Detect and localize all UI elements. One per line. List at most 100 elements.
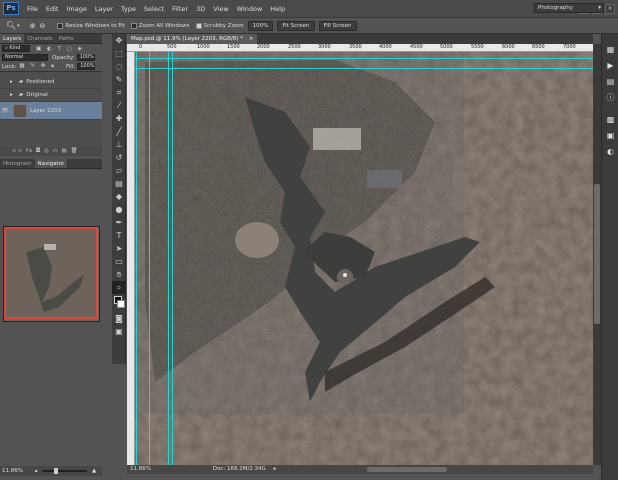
fill-screen-button[interactable]: Fill Screen [318,20,357,31]
zoom-slider[interactable] [42,467,88,474]
navigator-zoom-value[interactable]: 11.86% [2,468,23,474]
tab-channels[interactable]: Channels [24,34,55,43]
horizontal-scrollbar[interactable] [367,467,447,472]
dodge-tool-icon[interactable]: ● [112,203,126,216]
menu-type[interactable]: Type [117,5,140,13]
expand-arrow-icon[interactable]: ▸ [10,79,16,85]
menu-bar: Ps File Edit Image Layer Type Select Fil… [0,0,618,17]
resize-windows-check-icon[interactable] [57,22,64,29]
zoom-out-icon[interactable]: ⊖ [40,22,46,30]
document-tab[interactable]: Map.psd @ 11.9% (Layer 2203, RGB/8) * × [127,34,258,44]
rectangle-tool-icon[interactable]: ▭ [112,255,126,268]
lock-icons[interactable]: ▦ ✎ ✥ 🔒︎ [19,63,56,70]
menu-view[interactable]: View [209,5,232,13]
scrollbar-thumb[interactable] [594,184,600,324]
menu-3d[interactable]: 3D [192,5,209,13]
layer-row-positioned[interactable]: ▸ ▰ Positioned [0,76,102,89]
tab-layers[interactable]: Layers [0,34,25,43]
eraser-tool-icon[interactable]: ▱ [112,164,126,177]
type-tool-icon[interactable]: T [112,229,126,242]
scrubby-zoom-checkbox[interactable]: Scrubby Zoom [195,22,244,29]
lasso-tool-icon[interactable]: ◌ [112,60,126,73]
zoom-all-windows-checkbox[interactable]: Zoom All Windows [130,22,190,29]
zoom-slider-thumb[interactable] [54,467,59,474]
menu-window[interactable]: Window [233,5,267,13]
navigator-zoom-bar: 11.86% ▴ ▲ [0,466,102,476]
guide-line[interactable] [168,52,169,465]
guide-line[interactable] [135,68,593,69]
zoom-100-button[interactable]: 100% [247,20,274,31]
close-icon[interactable]: × [249,36,254,42]
background-color-swatch[interactable] [117,300,125,308]
history-icon[interactable]: ▦ [602,42,618,58]
menu-image[interactable]: Image [62,5,90,13]
expand-arrow-icon[interactable]: ▸ [10,92,16,98]
menu-layer[interactable]: Layer [91,5,117,13]
crop-tool-icon[interactable]: ⌗ [112,86,126,99]
close-button[interactable]: × [605,3,615,14]
pen-tool-icon[interactable]: ✒ [112,216,126,229]
properties-icon[interactable]: ▤ [602,74,618,90]
move-tool-icon[interactable]: ✥ [112,34,126,47]
clone-stamp-tool-icon[interactable]: ⊥ [112,138,126,151]
healing-brush-tool-icon[interactable]: ✚ [112,112,126,125]
zoom-out-icon[interactable]: ▴ [35,468,38,474]
filter-icons[interactable]: ▣ ◐ T ▢ ◈ [36,46,84,52]
menu-filter[interactable]: Filter [168,5,192,13]
styles-icon[interactable]: ▣ [602,128,618,144]
history-brush-tool-icon[interactable]: ↺ [112,151,126,164]
zoom-tool-icon[interactable]: 🔍︎ [6,21,16,30]
chevron-right-icon[interactable]: ▸ [274,466,277,472]
zoom-level[interactable]: 11.86% [130,466,151,472]
gradient-tool-icon[interactable]: ▤ [112,177,126,190]
hand-tool-icon[interactable]: ✋︎ [112,268,126,281]
layer-row-layer-2203[interactable]: 👁︎ Layer 2203 [0,102,102,120]
fg-bg-colors-icon[interactable] [112,294,126,312]
horizontal-ruler[interactable]: 0 500 1000 1500 2000 2500 3000 3500 4000… [127,44,593,52]
actions-icon[interactable]: ▶ [602,58,618,74]
menu-file[interactable]: File [23,5,42,13]
guide-line[interactable] [149,52,150,465]
path-select-tool-icon[interactable]: ➤ [112,242,126,255]
guide-line[interactable] [172,52,173,465]
scrubby-zoom-check-icon[interactable] [195,22,202,29]
chevron-down-icon[interactable]: ▾ [17,23,20,29]
screen-mode-icon[interactable]: ▣ [112,325,126,338]
fill-field[interactable]: 100% [77,63,96,70]
vertical-ruler[interactable] [127,52,135,465]
menu-edit[interactable]: Edit [42,5,63,13]
swatches-icon[interactable]: ▩ [602,112,618,128]
tab-paths[interactable]: Paths [56,34,77,43]
layers-footer[interactable]: ⊂⊃ fx ◘ ◎ ▭ ▤ 🗑 [0,147,102,156]
brush-tool-icon[interactable]: ╱ [112,125,126,138]
eye-icon[interactable]: 👁︎ [0,108,10,114]
blur-tool-icon[interactable]: ◆ [112,190,126,203]
info-icon[interactable]: ⓘ [602,90,618,106]
marquee-tool-icon[interactable]: ⬚ [112,47,126,60]
fit-screen-button[interactable]: Fit Screen [277,20,315,31]
tab-navigator[interactable]: Navigator [34,159,68,168]
zoom-all-check-icon[interactable] [130,22,137,29]
menu-select[interactable]: Select [140,5,168,13]
resize-windows-checkbox[interactable]: Resize Windows to Fit [57,22,125,29]
workspace-select[interactable]: Photography ▾ [534,3,604,13]
quick-select-tool-icon[interactable]: ✎ [112,73,126,86]
guide-line[interactable] [135,58,593,59]
menu-help[interactable]: Help [266,5,289,13]
vertical-scrollbar[interactable] [593,44,601,465]
zoom-in-icon[interactable]: ⊕ [30,22,36,30]
layer-row-original[interactable]: ▸ ▰ Original [0,89,102,102]
guide-line[interactable] [136,52,137,465]
document-canvas[interactable] [135,52,593,465]
opacity-field[interactable]: 100% [76,54,95,61]
adjustments-icon[interactable]: ◐ [602,144,618,160]
quick-mask-icon[interactable]: ◙ [112,312,126,325]
tab-histogram[interactable]: Histogram [0,159,35,168]
blend-mode-select[interactable]: Normal [2,54,48,61]
navigator-view-box[interactable] [4,227,98,319]
blend-row: Normal Opacity: 100% [0,53,102,62]
zoom-in-icon[interactable]: ▲ [92,468,96,474]
kind-filter-select[interactable]: ⌕ Kind [2,45,30,52]
zoom-tool-icon[interactable]: ⌕ [112,281,126,294]
eyedropper-tool-icon[interactable]: ⁄ [112,99,126,112]
